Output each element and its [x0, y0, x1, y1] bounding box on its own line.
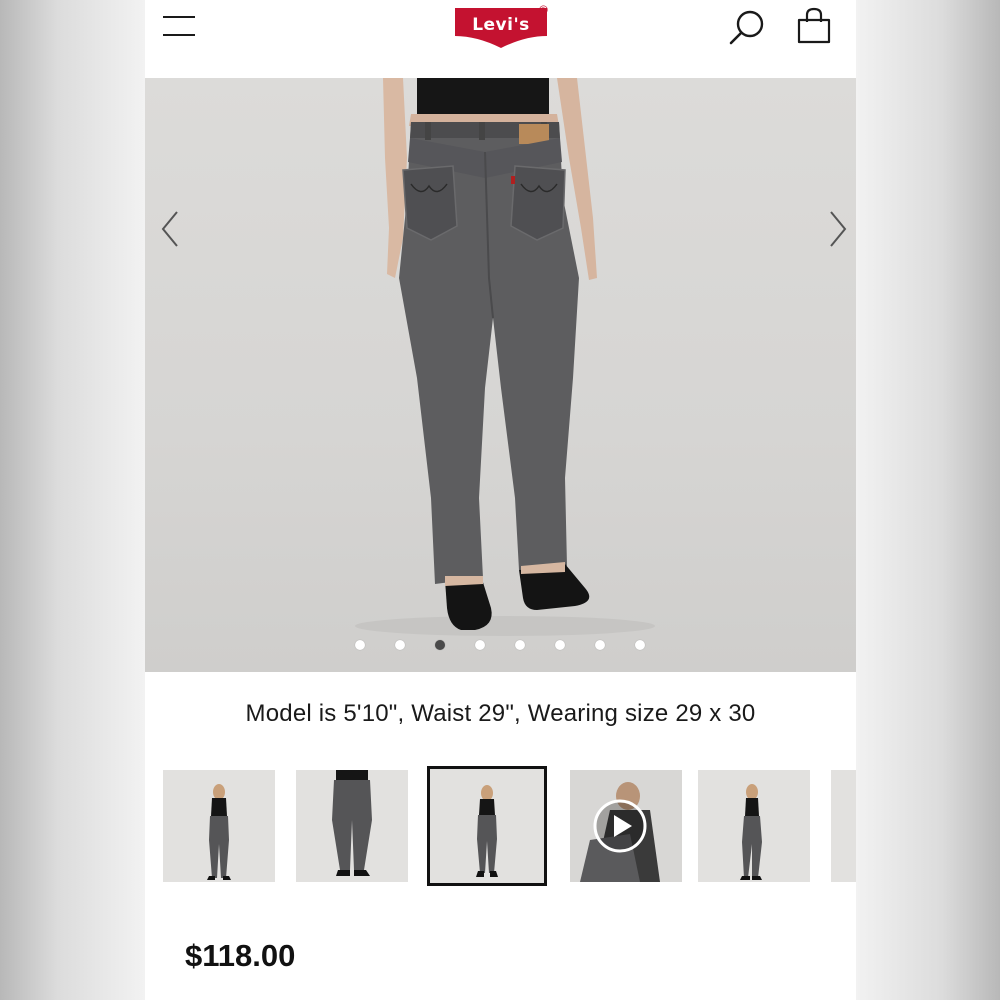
shopping-bag-icon[interactable]: [795, 6, 833, 46]
thumbnail-partial[interactable]: [831, 770, 856, 882]
site-header: Levi's ®: [145, 0, 856, 78]
left-background: [0, 0, 145, 1000]
model-jeans-photo: [355, 78, 655, 636]
thumbnail-front-view[interactable]: [163, 770, 275, 882]
levis-logo[interactable]: Levi's ®: [453, 3, 549, 48]
right-background: [855, 0, 1000, 1000]
thumbnail-strip[interactable]: [145, 766, 856, 890]
search-icon[interactable]: [728, 8, 768, 48]
carousel-dot[interactable]: [595, 640, 605, 650]
thumbnail-side-view[interactable]: [698, 770, 810, 882]
carousel-dot[interactable]: [555, 640, 565, 650]
carousel-dot[interactable]: [395, 640, 405, 650]
carousel-pagination: [350, 638, 650, 654]
product-price: $118.00: [185, 938, 296, 973]
registered-mark: ®: [539, 3, 548, 17]
carousel-dot[interactable]: [515, 640, 525, 650]
product-image-carousel[interactable]: [145, 78, 856, 672]
carousel-dot[interactable]: [635, 640, 645, 650]
play-icon[interactable]: [592, 798, 648, 854]
thumbnail-video[interactable]: [570, 770, 682, 882]
carousel-dot-active[interactable]: [435, 640, 445, 650]
chevron-right-icon[interactable]: [821, 208, 851, 250]
hamburger-menu-icon[interactable]: [161, 10, 197, 44]
model-size-caption: Model is 5'10", Waist 29", Wearing size …: [245, 700, 756, 727]
thumbnail-detail-view[interactable]: [296, 770, 408, 882]
product-page: Levi's ® Model is 5'10", Waist 29", Wear…: [145, 0, 856, 1000]
brand-logo-text: Levi's: [472, 15, 530, 35]
carousel-dot[interactable]: [475, 640, 485, 650]
chevron-left-icon[interactable]: [157, 208, 187, 250]
thumbnail-back-view-selected[interactable]: [427, 766, 547, 886]
carousel-dot[interactable]: [355, 640, 365, 650]
